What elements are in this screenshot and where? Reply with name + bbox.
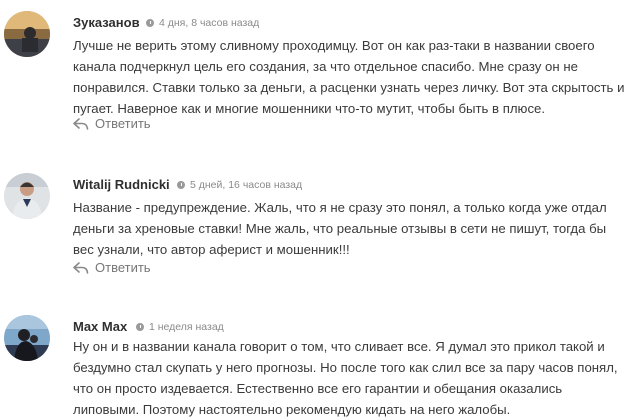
comment-text: Лучше не верить этому сливному проходимц…: [73, 38, 625, 116]
comment-time: 5 дней, 16 часов назад: [177, 179, 302, 191]
reply-label[interactable]: Ответить: [95, 260, 151, 275]
comment-time-text: 4 дня, 8 часов назад: [159, 17, 260, 29]
comment-author[interactable]: Max Max: [73, 319, 127, 334]
avatar-photo-icon: [4, 173, 50, 219]
clock-icon: [177, 181, 185, 189]
comment-time: 4 дня, 8 часов назад: [146, 17, 259, 29]
comment-text: Ну он и в названии канала говорит о том,…: [73, 339, 618, 417]
avatar[interactable]: [4, 315, 50, 361]
clock-icon: [136, 323, 144, 331]
comment-author[interactable]: Зуказанов: [73, 15, 140, 30]
reply-button[interactable]: Ответить: [73, 260, 151, 275]
clock-icon: [146, 19, 154, 27]
comment-author[interactable]: Witalij Rudnicki: [73, 177, 170, 192]
reply-button[interactable]: Ответить: [73, 116, 151, 131]
avatar[interactable]: [4, 173, 50, 219]
comment-time-text: 1 неделя назад: [149, 321, 224, 333]
avatar[interactable]: [4, 11, 50, 57]
reply-arrow-icon: [73, 261, 89, 274]
reply-label[interactable]: Ответить: [95, 116, 151, 131]
avatar-photo-icon: [4, 315, 50, 361]
avatar-photo-icon: [4, 11, 50, 57]
comment-time: 1 неделя назад: [136, 321, 224, 333]
comment-time-text: 5 дней, 16 часов назад: [190, 179, 303, 191]
reply-arrow-icon: [73, 117, 89, 130]
comment-text: Название - предупреждение. Жаль, что я н…: [73, 200, 607, 257]
